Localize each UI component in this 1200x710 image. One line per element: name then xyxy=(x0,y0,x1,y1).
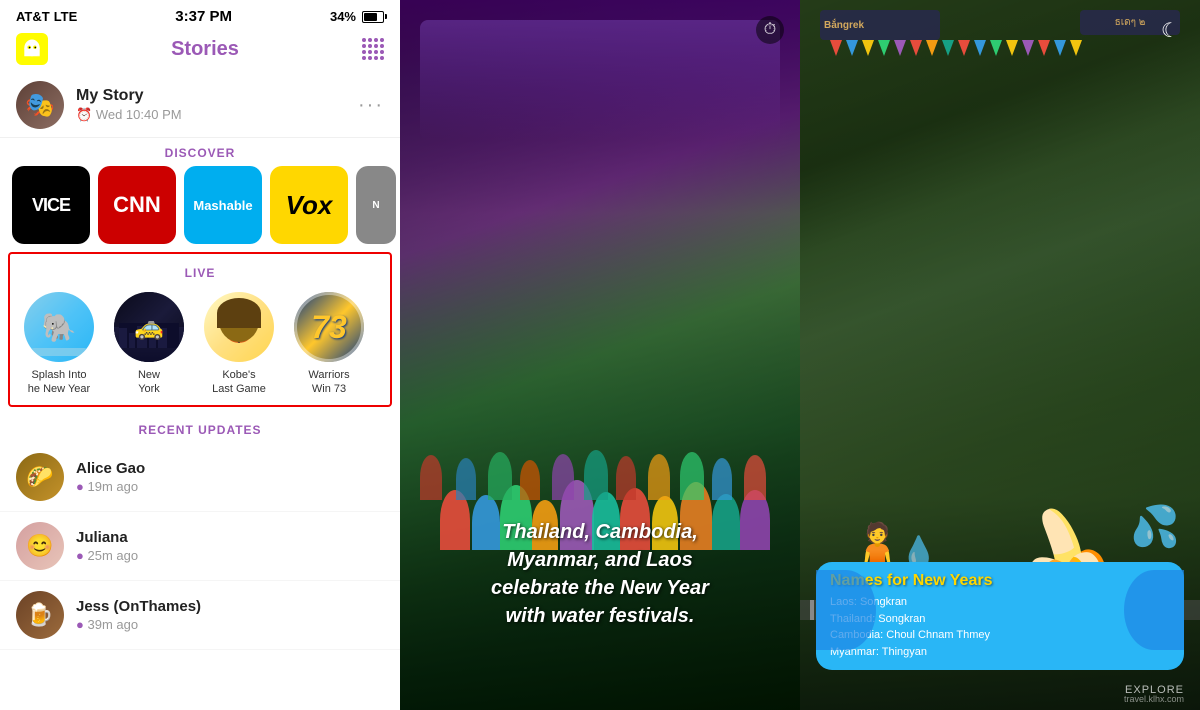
splash-label: Splash Intohe New Year xyxy=(28,368,90,397)
status-left: AT&T LTE xyxy=(16,9,77,24)
live-section: LIVE 🐘 Splash Intohe New Year xyxy=(8,252,392,407)
status-right: 34% xyxy=(330,9,384,24)
warriors-art: 73 xyxy=(294,292,364,362)
alice-time: ● 19m ago xyxy=(76,479,145,494)
juliana-name: Juliana xyxy=(76,529,138,546)
live-item-newyork[interactable]: 🚕 NewYork xyxy=(108,292,190,397)
bubble-title: Names for New Years xyxy=(830,572,1170,590)
discover-label: DISCOVER xyxy=(0,138,400,166)
left-panel: AT&T LTE 3:37 PM 34% Stories xyxy=(0,0,400,710)
mashable-logo: Mashable xyxy=(193,198,252,213)
bubble-line-2: Thailand: Songkran xyxy=(830,611,1170,628)
bubble-content: Laos: Songkran Thailand: Songkran Cambod… xyxy=(830,594,1170,660)
live-item-splash[interactable]: 🐘 Splash Intohe New Year xyxy=(18,292,100,397)
live-grid: 🐘 Splash Intohe New Year xyxy=(18,292,382,397)
battery-icon xyxy=(362,11,384,23)
recent-item-juliana[interactable]: 😊 Juliana ● 25m ago xyxy=(0,512,400,581)
juliana-avatar: 😊 xyxy=(16,522,64,570)
my-story-info: My Story ⏰ Wed 10:40 PM xyxy=(76,87,346,123)
splash-effect: 💦 xyxy=(1130,503,1180,550)
my-story-row[interactable]: 🎭 My Story ⏰ Wed 10:40 PM ··· xyxy=(0,73,400,138)
timer-icon[interactable]: ⏱ xyxy=(756,16,784,44)
stage-area xyxy=(420,20,780,140)
newyork-circle: 🚕 xyxy=(114,292,184,362)
taxi-icon: 🚕 xyxy=(134,313,164,342)
my-story-name: My Story xyxy=(76,87,346,105)
app-header: Stories xyxy=(0,29,400,73)
ghost-icon[interactable] xyxy=(16,33,48,65)
my-story-avatar: 🎭 xyxy=(16,81,64,129)
discover-cnn[interactable]: CNN xyxy=(98,166,176,244)
live-label: LIVE xyxy=(18,258,382,286)
recent-item-alice[interactable]: 🌮 Alice Gao ● 19m ago xyxy=(0,443,400,512)
discover-vox[interactable]: Vox xyxy=(270,166,348,244)
discover-more[interactable]: N xyxy=(356,166,396,244)
discover-row: VICE CNN Mashable Vox N xyxy=(0,166,400,252)
elephant-icon: 🐘 xyxy=(42,311,77,344)
recent-label: RECENT UPDATES xyxy=(0,415,400,443)
live-item-kobe[interactable]: 🏀 Kobe'sLast Game xyxy=(198,292,280,397)
watermark: travel.klhx.com xyxy=(1124,694,1184,704)
splash-deco-left xyxy=(816,570,876,650)
recent-section: RECENT UPDATES 🌮 Alice Gao ● 19m ago 😊 J… xyxy=(0,415,400,650)
bunting xyxy=(810,40,1190,56)
warriors-label: WarriorsWin 73 xyxy=(308,368,349,397)
carrier-label: AT&T xyxy=(16,9,50,24)
bubble-line-3: Cambodia: Choul Chnam Thmey xyxy=(830,627,1170,644)
vox-logo: Vox xyxy=(286,190,333,221)
discover-vice[interactable]: VICE xyxy=(12,166,90,244)
recent-item-jess[interactable]: 🍺 Jess (OnThames) ● 39m ago xyxy=(0,581,400,650)
middle-video-bg: ⏱ Thailand, Cambodia,Myanmar, and Laosce… xyxy=(400,0,800,710)
alice-name: Alice Gao xyxy=(76,460,145,477)
time-label: 3:37 PM xyxy=(175,8,232,25)
splash-deco-right xyxy=(1124,570,1184,650)
newyork-label: NewYork xyxy=(138,368,160,397)
right-panel: Bắngrek ธเดๆ ๒ xyxy=(800,0,1200,710)
info-bubble: Names for New Years Laos: Songkran Thail… xyxy=(816,562,1184,670)
middle-panel: ⏱ Thailand, Cambodia,Myanmar, and Laosce… xyxy=(400,0,800,710)
building-area: Bắngrek ธเดๆ ๒ xyxy=(810,10,1190,210)
alice-info: Alice Gao ● 19m ago xyxy=(76,460,145,494)
ny-art: 🚕 xyxy=(114,292,184,362)
mid-caption: Thailand, Cambodia,Myanmar, and Laoscele… xyxy=(400,518,800,630)
jess-info: Jess (OnThames) ● 39m ago xyxy=(76,598,201,632)
grid-icon[interactable] xyxy=(362,38,384,60)
stories-title: Stories xyxy=(171,38,239,61)
juliana-info: Juliana ● 25m ago xyxy=(76,529,138,563)
kobe-art: 🏀 xyxy=(204,292,274,362)
jess-time: ● 39m ago xyxy=(76,617,201,632)
jess-name: Jess (OnThames) xyxy=(76,598,201,615)
my-story-time: ⏰ Wed 10:40 PM xyxy=(76,107,346,123)
story-time-text: Wed 10:40 PM xyxy=(96,107,182,122)
discover-mashable[interactable]: Mashable xyxy=(184,166,262,244)
warriors-circle: 73 xyxy=(294,292,364,362)
kobe-circle: 🏀 xyxy=(204,292,274,362)
status-bar: AT&T LTE 3:37 PM 34% xyxy=(0,0,400,29)
moon-icon[interactable]: ☾ xyxy=(1156,16,1184,44)
battery-percent: 34% xyxy=(330,9,356,24)
vice-logo: VICE xyxy=(32,195,70,216)
jess-avatar: 🍺 xyxy=(16,591,64,639)
alice-avatar: 🌮 xyxy=(16,453,64,501)
bubble-line-1: Laos: Songkran xyxy=(830,594,1170,611)
right-video-bg: Bắngrek ธเดๆ ๒ xyxy=(800,0,1200,710)
ghost-svg xyxy=(21,38,43,60)
splash-circle: 🐘 xyxy=(24,292,94,362)
cnn-logo: CNN xyxy=(113,192,161,218)
more-options[interactable]: ··· xyxy=(358,94,384,117)
kobe-label: Kobe'sLast Game xyxy=(212,368,266,397)
bubble-line-4: Myanmar: Thingyan xyxy=(830,644,1170,661)
splash-art: 🐘 xyxy=(24,292,94,362)
ng-logo: N xyxy=(372,200,379,211)
live-item-warriors[interactable]: 73 WarriorsWin 73 xyxy=(288,292,370,397)
juliana-time: ● 25m ago xyxy=(76,548,138,563)
clock-icon: ⏰ xyxy=(76,107,96,122)
network-label: LTE xyxy=(54,9,78,24)
